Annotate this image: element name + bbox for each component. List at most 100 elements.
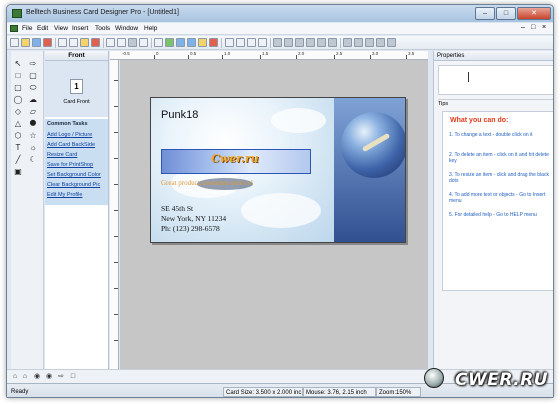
status-zoom: Zoom:150%: [376, 387, 421, 397]
print-icon[interactable]: [128, 38, 137, 47]
rounded-rect-tool-icon[interactable]: ▢: [13, 83, 23, 93]
paint-icon[interactable]: ◉: [45, 373, 53, 381]
underline-icon[interactable]: [258, 38, 267, 47]
print-preview-icon[interactable]: [139, 38, 148, 47]
bring-front-icon[interactable]: [343, 38, 352, 47]
paste-icon[interactable]: [80, 38, 89, 47]
mdi-close-button[interactable]: ×: [542, 24, 546, 31]
starburst-tool-icon[interactable]: ☼: [28, 143, 38, 153]
send-icon[interactable]: ⇨: [57, 373, 65, 381]
card-name-text[interactable]: Punk18: [161, 109, 198, 121]
add-backside-link[interactable]: Add Card BackSide: [47, 142, 95, 148]
cloud-tool-icon[interactable]: ☁: [28, 95, 38, 105]
image-tool-icon[interactable]: ▣: [13, 167, 23, 177]
align-bottom-icon[interactable]: [328, 38, 337, 47]
card-phone-text[interactable]: Ph: (123) 298-6578: [161, 224, 220, 233]
new-icon[interactable]: [10, 38, 19, 47]
page-icon[interactable]: □: [69, 373, 77, 381]
copy-icon[interactable]: [69, 38, 78, 47]
fit-icon[interactable]: [198, 38, 207, 47]
edit-profile-link[interactable]: Edit My Profile: [47, 192, 82, 198]
parallelogram-tool-icon[interactable]: ▱: [28, 107, 38, 117]
triangle-tool-icon[interactable]: △: [13, 119, 23, 129]
card-address2-text[interactable]: New York, NY 11234: [161, 214, 226, 223]
menu-insert[interactable]: Insert: [72, 25, 88, 32]
add-logo-link[interactable]: Add Logo / Picture: [47, 132, 92, 138]
menu-file[interactable]: File: [22, 25, 32, 32]
ruler-tick: [114, 184, 118, 185]
menu-edit[interactable]: Edit: [37, 25, 48, 32]
minimize-button[interactable]: –: [475, 7, 495, 20]
tip-item: 3. To resize an item - click and drag th…: [449, 172, 549, 185]
ruler-label: 3.5: [408, 51, 415, 56]
hexagon-tool-icon[interactable]: ⬡: [13, 131, 23, 141]
set-background-color-link[interactable]: Set Background Color: [47, 172, 101, 178]
speech-tool-icon[interactable]: ⬭: [28, 83, 38, 93]
mdi-restore-button[interactable]: □: [531, 24, 535, 31]
ungroup-icon[interactable]: [376, 38, 385, 47]
align-icon[interactable]: [225, 38, 234, 47]
open-icon[interactable]: [21, 38, 30, 47]
octagon-tool-icon[interactable]: ⯃: [28, 119, 38, 129]
lock-icon[interactable]: [387, 38, 396, 47]
clear-background-link[interactable]: Clear Background Pic: [47, 182, 100, 188]
delete-icon[interactable]: [91, 38, 100, 47]
diamond-tool-icon[interactable]: ◇: [13, 107, 23, 117]
text-tool-icon[interactable]: T: [13, 143, 23, 153]
group-icon[interactable]: [365, 38, 374, 47]
save-icon[interactable]: [32, 38, 41, 47]
pdf-icon[interactable]: [43, 38, 52, 47]
menu-help[interactable]: Help: [144, 25, 157, 32]
business-card[interactable]: Punk18 Cwer.ru Great product, awesome se…: [150, 97, 406, 243]
bold-icon[interactable]: [236, 38, 245, 47]
card-front-label: Card Front: [63, 99, 90, 105]
undo-icon[interactable]: [106, 38, 115, 47]
star-tool-icon[interactable]: ☆: [28, 131, 38, 141]
zoom-in-icon[interactable]: [176, 38, 185, 47]
card-slogan-text[interactable]: Great product, awesome service!: [161, 179, 253, 187]
maximize-button[interactable]: □: [496, 7, 516, 20]
align-top-icon[interactable]: [306, 38, 315, 47]
send-back-icon[interactable]: [354, 38, 363, 47]
tip-item: 1. To change a text - double click on it: [449, 132, 533, 138]
align-middle-icon[interactable]: [317, 38, 326, 47]
help-icon[interactable]: [209, 38, 218, 47]
callout-tool-icon[interactable]: ▢: [28, 71, 38, 81]
cut-icon[interactable]: [58, 38, 67, 47]
align-right-icon[interactable]: [295, 38, 304, 47]
paint-icon[interactable]: ◉: [33, 373, 41, 381]
tips-box: What you can do: 1. To change a text - d…: [442, 111, 553, 291]
save-printshop-link[interactable]: Save for PrintShop: [47, 162, 93, 168]
zoom-out-icon[interactable]: [187, 38, 196, 47]
card-front-thumbnail[interactable]: 1: [70, 79, 83, 94]
menu-tools[interactable]: Tools: [95, 25, 110, 32]
title-bar[interactable]: Belltech Business Card Designer Pro - [U…: [7, 5, 553, 22]
line-tool-icon[interactable]: ╱: [13, 155, 23, 165]
home-icon[interactable]: ⌂: [21, 373, 29, 381]
properties-box[interactable]: [438, 65, 553, 95]
card-address1-text[interactable]: SE 45th St: [161, 204, 193, 213]
redo-icon[interactable]: [117, 38, 126, 47]
ruler-tick: [114, 288, 118, 289]
italic-icon[interactable]: [247, 38, 256, 47]
align-left-icon[interactable]: [273, 38, 282, 47]
status-mouse: Mouse: 3.76, 2.15 inch: [303, 387, 376, 397]
resize-card-link[interactable]: Resize Card: [47, 152, 77, 158]
moon-tool-icon[interactable]: ☾: [28, 155, 38, 165]
rectangle-tool-icon[interactable]: □: [13, 71, 23, 81]
mdi-minimize-button[interactable]: –: [521, 24, 525, 31]
pointer-tool-icon[interactable]: ↖: [13, 59, 23, 69]
picture-icon[interactable]: [165, 38, 174, 47]
ruler-tick: [114, 132, 118, 133]
ruler-tick: [114, 262, 118, 263]
toolbar-separator: [55, 38, 56, 48]
send-icon[interactable]: [154, 38, 163, 47]
card-banner-text[interactable]: Cwer.ru: [211, 152, 259, 165]
home-icon[interactable]: ⌂: [11, 373, 19, 381]
arrow-tool-icon[interactable]: ⇨: [28, 59, 38, 69]
align-center-icon[interactable]: [284, 38, 293, 47]
ellipse-tool-icon[interactable]: ◯: [13, 95, 23, 105]
menu-view[interactable]: View: [54, 25, 68, 32]
close-button[interactable]: ✕: [517, 7, 551, 20]
menu-window[interactable]: Window: [115, 25, 138, 32]
